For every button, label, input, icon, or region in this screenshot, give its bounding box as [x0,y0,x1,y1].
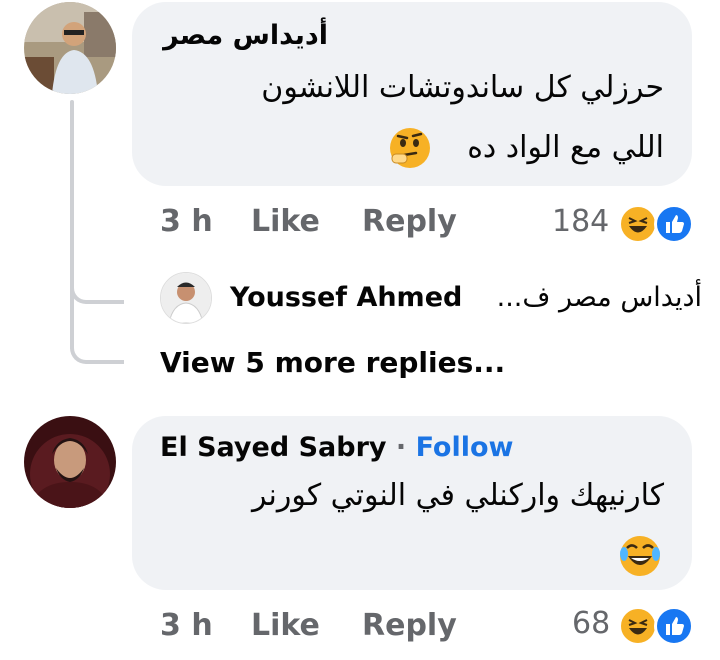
thread-line [70,100,74,350]
comment-author[interactable]: El Sayed Sabry · Follow [160,432,513,463]
tears-of-joy-icon [618,534,662,578]
like-icon [654,606,694,646]
reaction-icons[interactable] [618,604,694,646]
reply-link[interactable]: Reply [362,204,457,239]
like-link[interactable]: Like [251,608,320,643]
comment-time[interactable]: 3 h [160,204,213,239]
separator-dot: · [395,432,407,463]
comment-time[interactable]: 3 h [160,608,213,643]
reply-avatar[interactable] [160,272,212,324]
comment-text-line-1: حرزلي كل ساندوتشات اللانشون [261,70,664,105]
avatar[interactable] [24,2,116,94]
thread-branch-1 [70,260,124,304]
author-name[interactable]: El Sayed Sabry [160,432,386,463]
thinking-face-icon [388,126,432,170]
like-icon [654,204,694,244]
reply-author[interactable]: Youssef Ahmed [230,282,462,313]
comment-text-line-1: كارنيهك واركنلي في النوتي كورنر [251,478,664,513]
reaction-count[interactable]: 184 [552,204,609,239]
haha-icon [618,204,658,244]
thread-branch-2 [70,320,124,364]
follow-link[interactable]: Follow [416,432,514,463]
reaction-icons[interactable] [618,202,694,244]
like-link[interactable]: Like [251,204,320,239]
reaction-count[interactable]: 68 [572,606,610,641]
haha-icon [618,606,658,646]
comment-text-line-2: اللي مع الواد ده [467,130,664,165]
comment-author[interactable]: أديداس مصر [163,20,328,51]
reply-snippet[interactable]: أديداس مصر ف... [497,282,702,313]
view-more-replies[interactable]: View 5 more replies... [160,346,505,379]
avatar[interactable] [24,416,116,508]
reply-link[interactable]: Reply [362,608,457,643]
